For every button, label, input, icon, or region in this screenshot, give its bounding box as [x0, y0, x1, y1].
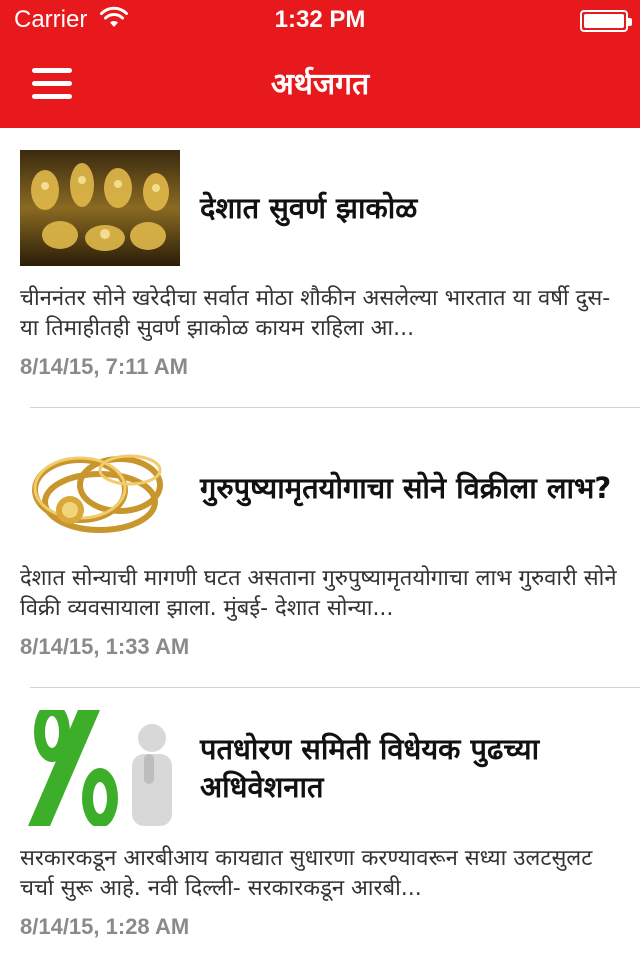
article-date: 8/14/15, 1:28 AM — [20, 914, 190, 939]
app-header: Carrier 1:32 PM अर्थजगत — [0, 0, 640, 128]
status-bar: Carrier 1:32 PM — [0, 0, 640, 40]
percent-sign-thinking-man-image — [20, 710, 180, 826]
page-title: अर्थजगत — [270, 67, 370, 102]
article-date: 8/14/15, 7:11 AM — [20, 354, 188, 379]
article-title[interactable]: पतधोरण समिती विधेयक पुढच्या अधिवेशनात — [200, 710, 636, 826]
article-item-2[interactable]: गुरुपुष्यामृतयोगाचा सोने विक्रीला लाभ? द… — [0, 408, 640, 688]
article-date: 8/14/15, 1:33 AM — [20, 634, 190, 659]
article-summary: चीननंतर सोने खरेदीचा सर्वात मोठा शौकीन अ… — [20, 286, 611, 341]
gold-chains-image — [20, 430, 180, 546]
gold-jewellery-shop-image — [20, 150, 180, 266]
article-summary: देशात सोन्याची मागणी घटत असताना गुरुपुष्… — [20, 566, 617, 621]
article-item-3[interactable]: पतधोरण समिती विधेयक पुढच्या अधिवेशनात सर… — [0, 688, 640, 968]
article-item-1[interactable]: देशात सुवर्ण झाकोळ चीननंतर सोने खरेदीचा … — [0, 128, 640, 408]
status-time: 1:32 PM — [274, 6, 366, 33]
article-title[interactable]: गुरुपुष्यामृतयोगाचा सोने विक्रीला लाभ? — [200, 430, 636, 546]
article-title[interactable]: देशात सुवर्ण झाकोळ — [200, 150, 636, 266]
article-summary: सरकारकडून आरबीआय कायद्यात सुधारणा करण्या… — [20, 846, 593, 901]
battery-icon — [580, 10, 632, 32]
